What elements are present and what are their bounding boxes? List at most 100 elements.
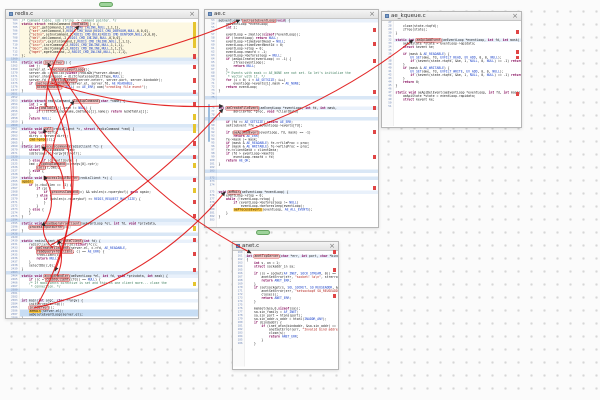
code-text: selectDb(c,0); (21, 264, 56, 268)
code-text: * connection. */ (21, 285, 61, 289)
code-text: sdstolower(c->argv[0]->ptr); (21, 152, 82, 156)
highlighted-token[interactable]: initServer (43, 60, 65, 65)
code-text: if (!strcasecmp(name,cmdTable[j].name)) … (36, 110, 149, 114)
code-text: aeFileProc *proc, void *clientData) (218, 110, 299, 114)
code-area: 703/* Command table. sds string -> comma… (6, 19, 198, 318)
ruler-mark[interactable] (193, 178, 196, 182)
ruler-mark[interactable] (193, 65, 196, 69)
ruler-mark[interactable] (193, 252, 196, 256)
ruler-mark[interactable] (373, 59, 376, 63)
ruler-mark[interactable] (193, 155, 196, 159)
collapsed-node-pill[interactable] (99, 2, 113, 7)
panel-title: ae_kqueue.c (391, 13, 426, 19)
code-text: return 0; (402, 80, 420, 85)
panel-titlebar[interactable]: ae_kqueue.c × (382, 12, 521, 21)
code-panel-ae.c[interactable]: ae.c × 53 aeEventLoop *aeCreateEventLoop(vo… (204, 9, 379, 228)
ruler-mark[interactable] (193, 124, 196, 133)
code-text: return AE_OK; (225, 159, 251, 163)
code-text: int i; (225, 26, 238, 30)
code-text: struct kevent ke; (402, 98, 435, 102)
code-text: } (21, 267, 24, 272)
ruler-mark[interactable] (193, 214, 196, 218)
code-line[interactable]: 161 int anetTcpServer(char *err, int port… (233, 254, 338, 259)
ruler-mark[interactable] (373, 186, 376, 190)
close-icon[interactable]: × (329, 242, 335, 250)
ruler-mark[interactable] (373, 106, 376, 110)
panel-title: ae.c (214, 11, 226, 17)
code-text: aeFileEvent *fe = &eventLoop->events[fd]… (218, 124, 303, 128)
code-text: {"mget",mgetCommand,-2,REDIS_CMD_INLINE,… (21, 50, 128, 55)
ruler-mark[interactable] (193, 200, 196, 204)
code-text: static void processInputBuffer(redisClie… (21, 176, 112, 181)
highlighted-token[interactable]: aeProcessEvents (233, 208, 263, 212)
ruler-mark[interactable] (373, 42, 376, 46)
highlighted-token[interactable]: processCommand (50, 190, 79, 195)
ruler-mark[interactable] (373, 90, 376, 94)
ruler-mark[interactable] (516, 30, 519, 34)
code-text: } (246, 342, 256, 346)
panel-titlebar[interactable]: redis.c × (6, 10, 198, 19)
ruler-mark[interactable] (193, 102, 196, 106)
code-text: } (246, 300, 256, 304)
panel-titlebar[interactable]: ae.c × (205, 10, 378, 19)
close-icon[interactable]: × (512, 12, 518, 20)
ruler-mark[interactable] (193, 90, 196, 94)
ruler-mark[interactable] (193, 78, 196, 83)
ruler-mark[interactable] (193, 238, 196, 242)
highlighted-token[interactable]: acceptHandler (35, 85, 63, 90)
file-icon (236, 244, 240, 248)
code-line[interactable] (233, 363, 338, 367)
code-panel-ae_kqueue.c[interactable]: ae_kqueue.c × 27 28 close(state->kqfd); 29 z… (381, 11, 522, 128)
collapsed-node-pill[interactable] (256, 230, 270, 235)
panel-title: redis.c (15, 11, 34, 17)
code-area: 160 161 int anetTcpServer(char *err, int p… (233, 251, 338, 369)
highlighted-token[interactable]: anetTcpServer (253, 254, 280, 259)
code-text: aeDeleteEventLoop(server.el); (21, 313, 83, 317)
code-text: if (kevent(state->kqfd, &ke, 1, NULL, 0,… (410, 59, 521, 64)
highlighted-token[interactable]: processInputBuffer (43, 176, 79, 181)
code-text: acceptHandler, NULL) == AE_ERR) oom("cre… (35, 85, 148, 90)
ruler-mark[interactable] (373, 155, 376, 159)
code-text: zfree(state); (395, 28, 428, 32)
code-area: 53 aeEventLoop *aeCreateEventLoop(void) {… (205, 19, 378, 227)
file-icon (208, 12, 212, 16)
close-icon[interactable]: × (369, 10, 375, 18)
scroll-indicator[interactable] (208, 104, 210, 142)
ruler-mark[interactable] (193, 114, 196, 120)
ruler-mark[interactable] (193, 226, 196, 231)
code-text: } (218, 162, 221, 167)
ruler-mark[interactable] (333, 268, 336, 272)
line-number (205, 225, 217, 227)
ruler-mark[interactable] (333, 294, 336, 298)
ruler-mark[interactable] (193, 163, 196, 168)
ruler-mark[interactable] (193, 54, 196, 59)
ruler-mark[interactable] (373, 130, 376, 134)
code-line[interactable] (382, 122, 521, 126)
code-text: } (21, 89, 24, 93)
ruler-mark[interactable] (193, 22, 196, 48)
highlighted-token[interactable]: processInputBuffer (28, 225, 64, 230)
highlighted-token[interactable]: lookupCommand (73, 99, 100, 104)
code-line[interactable]: 2588} (6, 316, 198, 318)
code-text: } (21, 229, 24, 233)
ruler-mark[interactable] (373, 28, 376, 32)
close-icon[interactable]: × (189, 10, 195, 18)
ruler-mark[interactable] (516, 56, 519, 59)
code-panel-redis.c[interactable]: redis.c × 703/* Command table. sds string … (5, 9, 199, 319)
ruler-mark[interactable] (516, 50, 519, 54)
ruler-mark[interactable] (333, 250, 336, 254)
ruler-mark[interactable] (193, 268, 196, 272)
file-icon (9, 12, 13, 16)
highlighted-token[interactable]: cmd->proc (28, 138, 47, 142)
code-text: cmd->proc(c); (28, 138, 55, 142)
panel-titlebar[interactable]: anet.c × (233, 242, 338, 251)
code-panel-anet.c[interactable]: anet.c × 160 161 int anetTcpServer(char *err… (232, 241, 339, 370)
code-text: { (218, 113, 221, 118)
code-canvas[interactable]: { "icons": {"close": "×", "file": "file-… (0, 0, 600, 400)
ruler-mark[interactable] (516, 92, 519, 96)
code-line[interactable] (205, 225, 378, 227)
code-text: } (395, 31, 398, 36)
ruler-mark[interactable] (193, 282, 196, 286)
ruler-mark[interactable] (193, 188, 196, 193)
ruler-mark[interactable] (193, 141, 196, 146)
